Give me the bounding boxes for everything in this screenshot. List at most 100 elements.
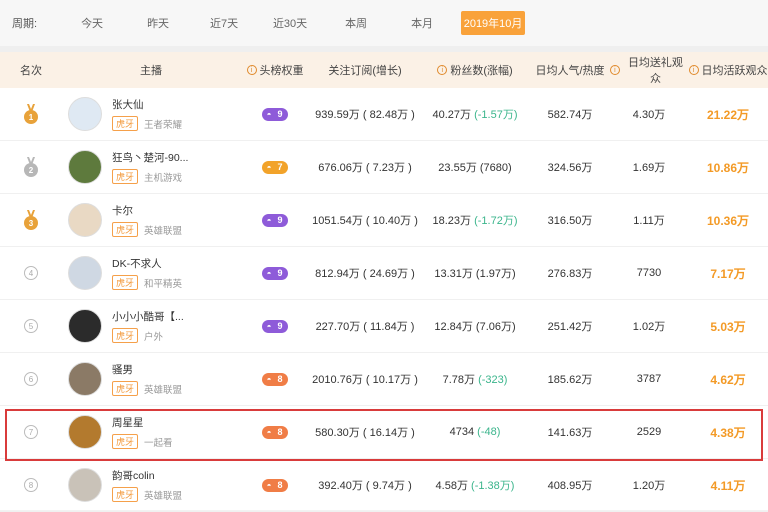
- rank-cell: 6: [0, 372, 62, 386]
- rank-number: 5: [24, 319, 38, 333]
- info-icon[interactable]: i: [688, 65, 699, 75]
- table-row[interactable]: 7 周星星 虎牙 一起看 ◓ 8 580.30万 ( 16.14万 ) 4734…: [0, 406, 768, 459]
- anchor-cell[interactable]: 张大仙 虎牙 王者荣耀: [62, 97, 240, 131]
- weight-badge: ◓ 9: [262, 319, 288, 333]
- fans-cell: 40.27万 (-1.57万): [432, 109, 518, 121]
- fans-cell: 12.84万 (7.06万): [434, 321, 516, 333]
- ranking-table-body: 1 张大仙 虎牙 王者荣耀 ◓ 9 939.59万 ( 82.48万 ) 40.…: [0, 88, 768, 512]
- col-weight[interactable]: i 头榜权重: [240, 62, 310, 78]
- filter-7days[interactable]: 近7天: [191, 15, 257, 31]
- rank-cell: 1: [0, 104, 62, 124]
- period-label: 周期:: [12, 18, 38, 30]
- crown-icon: ◓: [266, 480, 272, 490]
- info-icon[interactable]: i: [246, 65, 257, 75]
- anchor-cell[interactable]: 狂鸟丶楚河-90... 虎牙 主机游戏: [62, 150, 240, 184]
- subs-cell: 676.06万 ( 7.23万 ): [318, 162, 412, 174]
- category-label: 一起看: [144, 437, 173, 449]
- active-cell: 4.11万: [710, 478, 746, 493]
- avatar[interactable]: [68, 415, 102, 449]
- rank-cell: 4: [0, 266, 62, 280]
- anchor-name[interactable]: 骚男: [112, 362, 182, 377]
- col-fans[interactable]: i 粉丝数(涨幅): [420, 62, 530, 78]
- fans-cell: 7.78万 (-323): [442, 374, 508, 386]
- avatar[interactable]: [68, 362, 102, 396]
- anchor-name[interactable]: 小小小酷哥【...: [112, 309, 184, 324]
- avatar[interactable]: [68, 468, 102, 502]
- table-row[interactable]: 6 骚男 虎牙 英雄联盟 ◓ 8 2010.76万 ( 10.17万 ) 7.7…: [0, 353, 768, 406]
- table-row[interactable]: 2 狂鸟丶楚河-90... 虎牙 主机游戏 ◓ 7 676.06万 ( 7.23…: [0, 141, 768, 194]
- active-cell: 7.17万: [710, 266, 746, 281]
- table-row[interactable]: 4 DK-不求人 虎牙 和平精英 ◓ 9 812.94万 ( 24.69万 ) …: [0, 247, 768, 300]
- category-label: 王者荣耀: [144, 119, 183, 131]
- avatar[interactable]: [68, 97, 102, 131]
- avatar[interactable]: [68, 150, 102, 184]
- table-row[interactable]: 5 小小小酷哥【... 虎牙 户外 ◓ 9 227.70万 ( 11.84万 )…: [0, 300, 768, 353]
- popularity-cell: 582.74万: [547, 109, 593, 121]
- platform-tag: 虎牙: [112, 487, 139, 502]
- anchor-cell[interactable]: 周星星 虎牙 一起看: [62, 415, 240, 449]
- rank-number: 6: [24, 372, 38, 386]
- avatar[interactable]: [68, 309, 102, 343]
- active-cell: 10.36万: [706, 213, 750, 228]
- rank-cell: 5: [0, 319, 62, 333]
- medal-icon: 3: [24, 210, 38, 230]
- gift-cell: 3787: [636, 373, 662, 385]
- rank-cell: 2: [0, 157, 62, 177]
- anchor-name[interactable]: 狂鸟丶楚河-90...: [112, 150, 188, 165]
- subs-cell: 227.70万 ( 11.84万 ): [315, 321, 415, 333]
- filter-2019-10[interactable]: 2019年10月: [461, 11, 526, 35]
- col-anchor[interactable]: 主播: [62, 62, 240, 78]
- filter-this-month[interactable]: 本月: [389, 15, 455, 31]
- filter-this-week[interactable]: 本周: [323, 15, 389, 31]
- anchor-name[interactable]: DK-不求人: [112, 256, 182, 271]
- info-icon[interactable]: i: [437, 65, 448, 75]
- fans-cell: 4734 (-48): [449, 426, 501, 438]
- crown-icon: ◓: [266, 374, 272, 384]
- anchor-cell[interactable]: 韵哥colin 虎牙 英雄联盟: [62, 468, 240, 502]
- subs-cell: 812.94万 ( 24.69万 ): [315, 268, 415, 280]
- medal-icon: 2: [24, 157, 38, 177]
- avatar[interactable]: [68, 203, 102, 237]
- active-cell: 10.86万: [706, 160, 750, 175]
- anchor-name[interactable]: 周星星: [112, 415, 173, 430]
- anchor-name[interactable]: 卡尔: [112, 203, 182, 218]
- anchor-name[interactable]: 张大仙: [112, 97, 182, 112]
- col-popularity[interactable]: 日均人气/热度: [530, 62, 610, 78]
- col-gift[interactable]: i 日均送礼观众: [610, 54, 688, 86]
- anchor-cell[interactable]: 卡尔 虎牙 英雄联盟: [62, 203, 240, 237]
- rank-cell: 3: [0, 210, 62, 230]
- anchor-cell[interactable]: DK-不求人 虎牙 和平精英: [62, 256, 240, 290]
- anchor-cell[interactable]: 小小小酷哥【... 虎牙 户外: [62, 309, 240, 343]
- active-cell: 21.22万: [706, 107, 750, 122]
- filter-30days[interactable]: 近30天: [257, 15, 323, 31]
- info-icon[interactable]: i: [610, 65, 620, 75]
- platform-tag: 虎牙: [112, 169, 139, 184]
- avatar[interactable]: [68, 256, 102, 290]
- table-row[interactable]: 3 卡尔 虎牙 英雄联盟 ◓ 9 1051.54万 ( 10.40万 ) 18.…: [0, 194, 768, 247]
- crown-icon: ◓: [266, 268, 272, 278]
- active-cell: 5.03万: [710, 319, 746, 334]
- weight-cell: ◓ 8: [240, 478, 310, 492]
- anchor-cell[interactable]: 骚男 虎牙 英雄联盟: [62, 362, 240, 396]
- table-row[interactable]: 1 张大仙 虎牙 王者荣耀 ◓ 9 939.59万 ( 82.48万 ) 40.…: [0, 88, 768, 141]
- anchor-name[interactable]: 韵哥colin: [112, 468, 182, 483]
- table-row[interactable]: 8 韵哥colin 虎牙 英雄联盟 ◓ 8 392.40万 ( 9.74万 ) …: [0, 459, 768, 512]
- col-rank[interactable]: 名次: [0, 62, 62, 78]
- filter-yesterday[interactable]: 昨天: [125, 15, 191, 31]
- platform-tag: 虎牙: [112, 116, 139, 131]
- filter-today[interactable]: 今天: [59, 15, 125, 31]
- category-label: 英雄联盟: [144, 225, 183, 237]
- active-cell: 4.62万: [710, 372, 746, 387]
- gift-cell: 1.02万: [632, 321, 666, 333]
- subs-cell: 580.30万 ( 16.14万 ): [315, 427, 415, 439]
- fans-cell: 18.23万 (-1.72万): [432, 215, 518, 227]
- fans-cell: 4.58万 (-1.38万): [435, 480, 515, 492]
- gift-cell: 1.11万: [633, 215, 665, 227]
- col-active[interactable]: i 日均活跃观众: [688, 62, 768, 78]
- ranking-page: 周期: 今天 昨天 近7天 近30天 本周 本月 2019年10月 名次 主播 …: [0, 0, 768, 512]
- weight-badge: ◓ 8: [262, 478, 288, 492]
- crown-icon: ◓: [266, 427, 272, 437]
- medal-icon: 1: [24, 104, 38, 124]
- crown-icon: ◓: [266, 162, 272, 172]
- col-subs[interactable]: 关注订阅(增长): [310, 62, 420, 78]
